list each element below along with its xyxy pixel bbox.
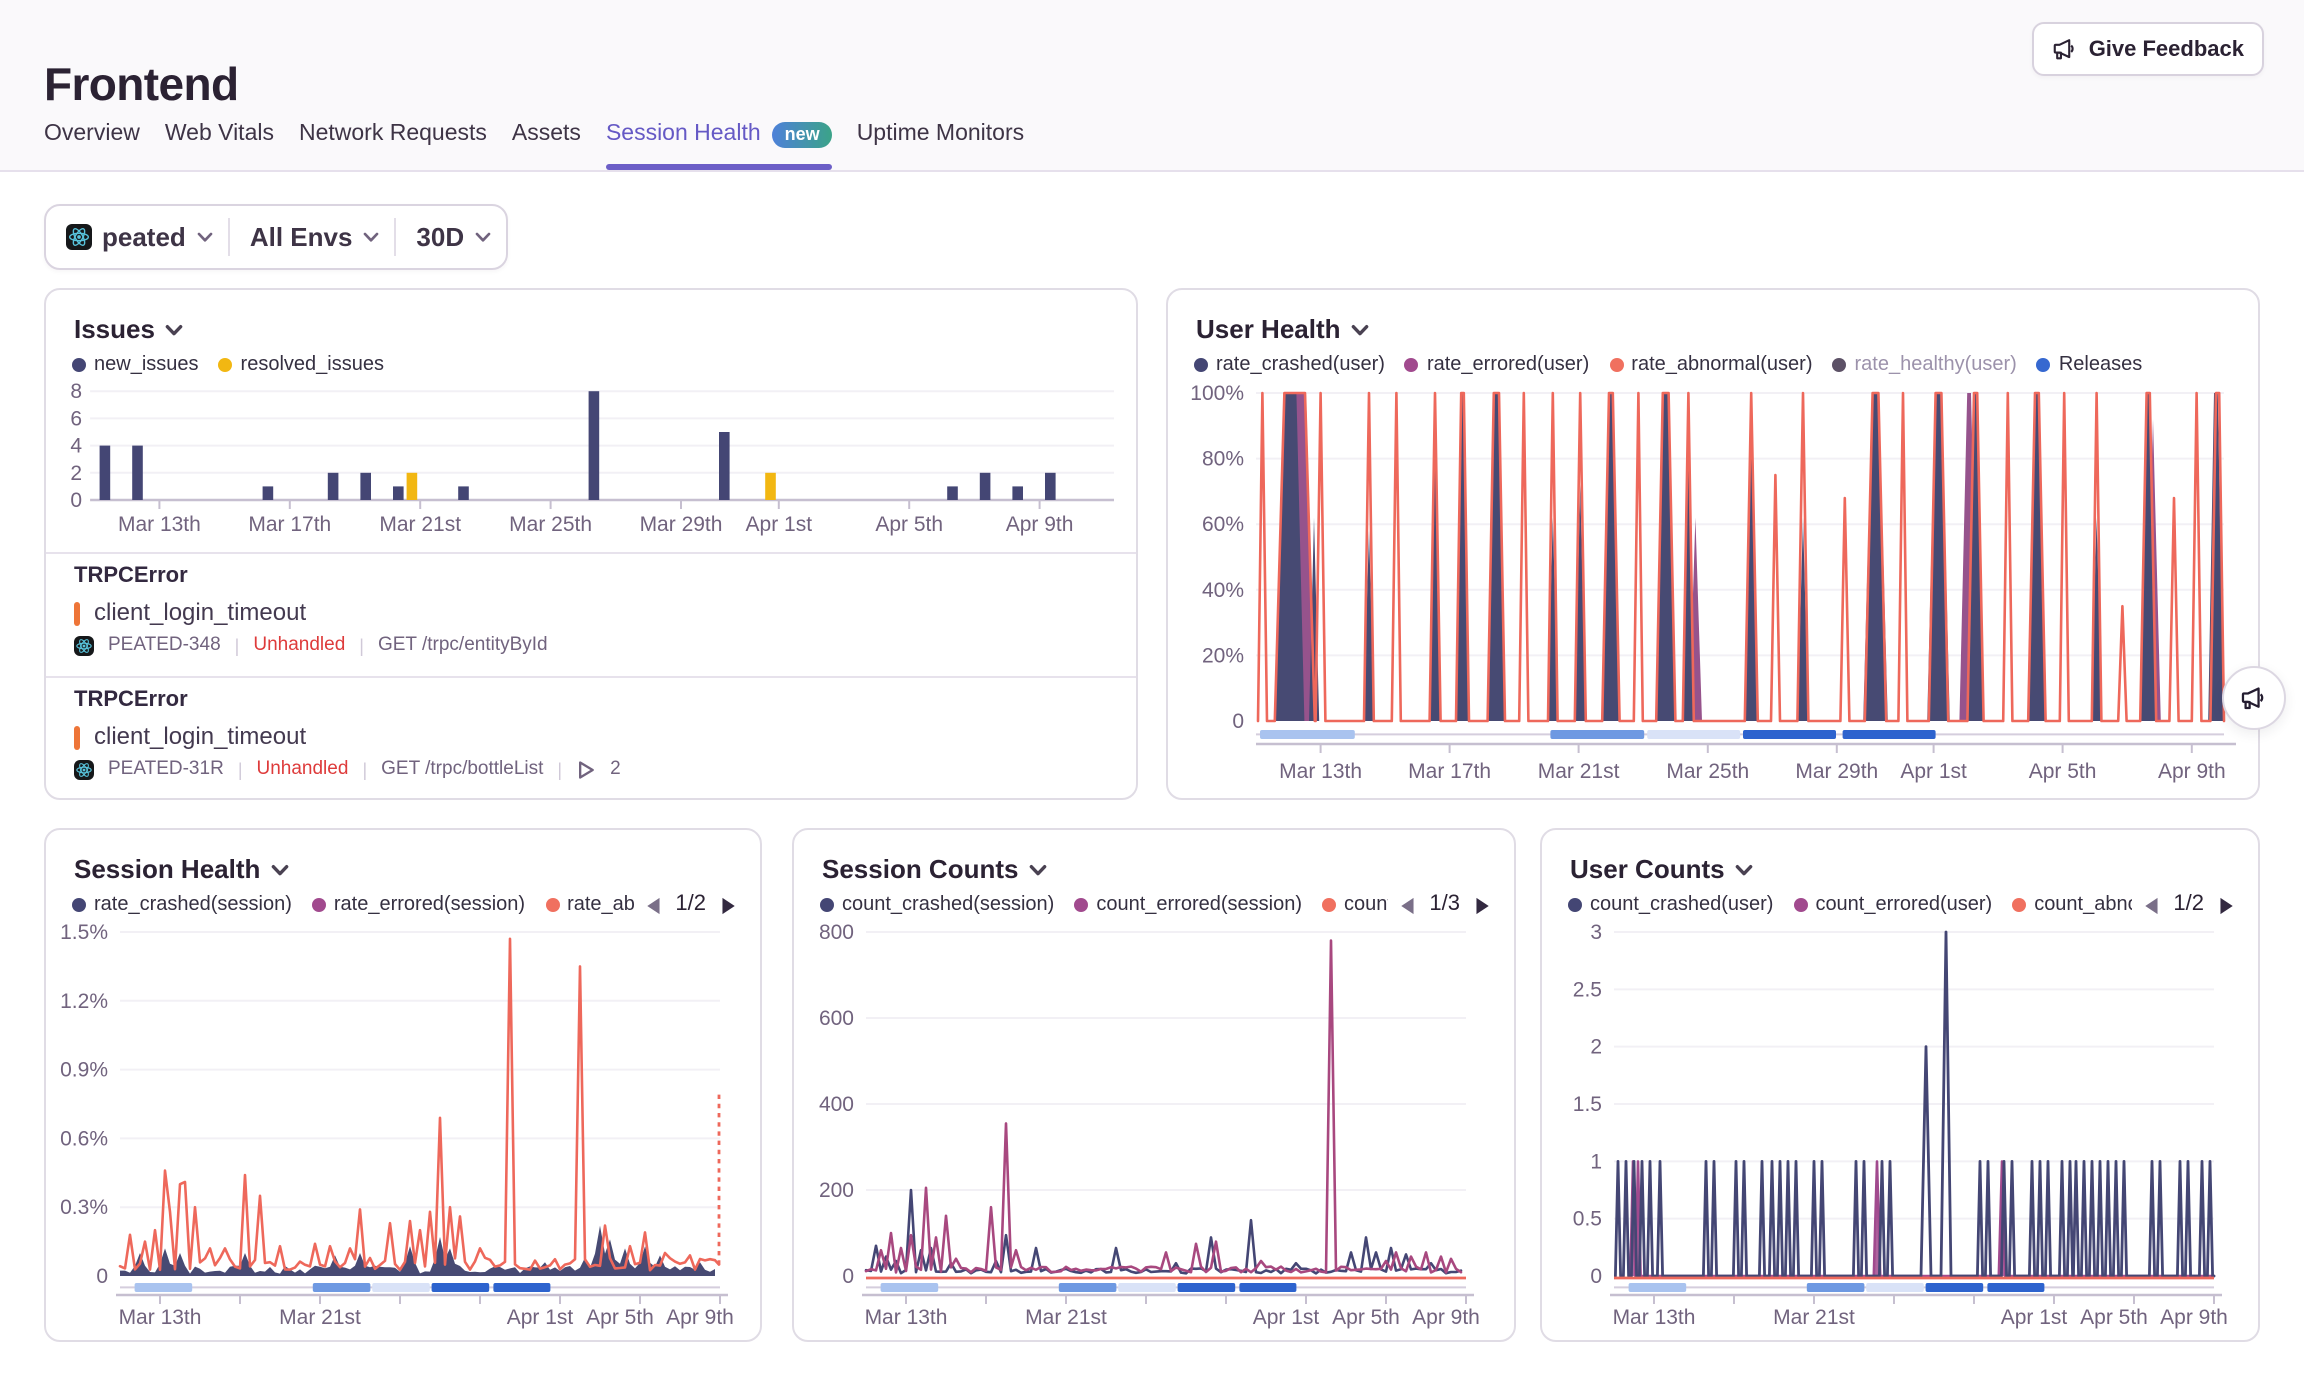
svg-text:600: 600 (819, 1007, 854, 1030)
svg-text:Apr 9th: Apr 9th (2158, 760, 2226, 783)
svg-text:8: 8 (70, 380, 82, 403)
svg-text:1.2%: 1.2% (60, 990, 108, 1013)
svg-text:Mar 17th: Mar 17th (248, 513, 331, 536)
svg-text:0: 0 (842, 1265, 854, 1288)
svg-text:0: 0 (1232, 710, 1244, 733)
svg-text:80%: 80% (1202, 448, 1244, 471)
svg-text:Mar 13th: Mar 13th (118, 513, 201, 536)
svg-text:4: 4 (70, 435, 82, 458)
svg-text:Mar 21st: Mar 21st (1025, 1306, 1107, 1329)
svg-text:6: 6 (70, 407, 82, 430)
svg-text:Mar 13th: Mar 13th (1613, 1306, 1696, 1329)
svg-text:Mar 21st: Mar 21st (279, 1306, 361, 1329)
svg-text:800: 800 (819, 921, 854, 944)
svg-text:Mar 13th: Mar 13th (119, 1306, 202, 1329)
svg-text:0.3%: 0.3% (60, 1196, 108, 1219)
svg-text:Apr 9th: Apr 9th (1006, 513, 1074, 536)
svg-text:2: 2 (1590, 1036, 1602, 1059)
svg-text:Apr 9th: Apr 9th (2160, 1306, 2228, 1329)
svg-text:0.6%: 0.6% (60, 1127, 108, 1150)
svg-text:60%: 60% (1202, 513, 1244, 536)
svg-text:Mar 21st: Mar 21st (379, 513, 461, 536)
svg-text:Mar 29th: Mar 29th (1795, 760, 1878, 783)
svg-text:0.9%: 0.9% (60, 1059, 108, 1082)
svg-text:Apr 1st: Apr 1st (1900, 760, 1967, 783)
svg-text:100%: 100% (1190, 382, 1244, 405)
svg-text:Mar 13th: Mar 13th (1279, 760, 1362, 783)
svg-text:2.5: 2.5 (1573, 978, 1602, 1001)
svg-text:Mar 21st: Mar 21st (1538, 760, 1620, 783)
svg-text:Mar 21st: Mar 21st (1773, 1306, 1855, 1329)
svg-text:Mar 25th: Mar 25th (1666, 760, 1749, 783)
svg-text:0: 0 (96, 1265, 108, 1288)
svg-text:1: 1 (1590, 1150, 1602, 1173)
svg-text:Apr 1st: Apr 1st (507, 1306, 574, 1329)
svg-text:Mar 29th: Mar 29th (640, 513, 723, 536)
svg-text:20%: 20% (1202, 644, 1244, 667)
svg-text:400: 400 (819, 1093, 854, 1116)
svg-text:1.5%: 1.5% (60, 921, 108, 944)
svg-text:Apr 1st: Apr 1st (2001, 1306, 2068, 1329)
svg-text:1.5: 1.5 (1573, 1093, 1602, 1116)
svg-text:Apr 1st: Apr 1st (746, 513, 813, 536)
svg-text:0.5: 0.5 (1573, 1208, 1602, 1231)
svg-text:40%: 40% (1202, 579, 1244, 602)
svg-text:0: 0 (1590, 1265, 1602, 1288)
svg-text:0: 0 (70, 489, 82, 512)
svg-text:Apr 1st: Apr 1st (1253, 1306, 1320, 1329)
svg-text:Apr 5th: Apr 5th (875, 513, 943, 536)
svg-text:3: 3 (1590, 921, 1602, 944)
svg-text:2: 2 (70, 462, 82, 485)
svg-text:Apr 9th: Apr 9th (666, 1306, 734, 1329)
svg-text:Mar 13th: Mar 13th (865, 1306, 948, 1329)
svg-text:Mar 25th: Mar 25th (509, 513, 592, 536)
svg-text:Mar 17th: Mar 17th (1408, 760, 1491, 783)
svg-text:Apr 5th: Apr 5th (2029, 760, 2097, 783)
svg-text:Apr 5th: Apr 5th (2080, 1306, 2148, 1329)
svg-text:Apr 5th: Apr 5th (1332, 1306, 1400, 1329)
svg-text:200: 200 (819, 1179, 854, 1202)
svg-text:Apr 9th: Apr 9th (1412, 1306, 1480, 1329)
svg-text:Apr 5th: Apr 5th (586, 1306, 654, 1329)
